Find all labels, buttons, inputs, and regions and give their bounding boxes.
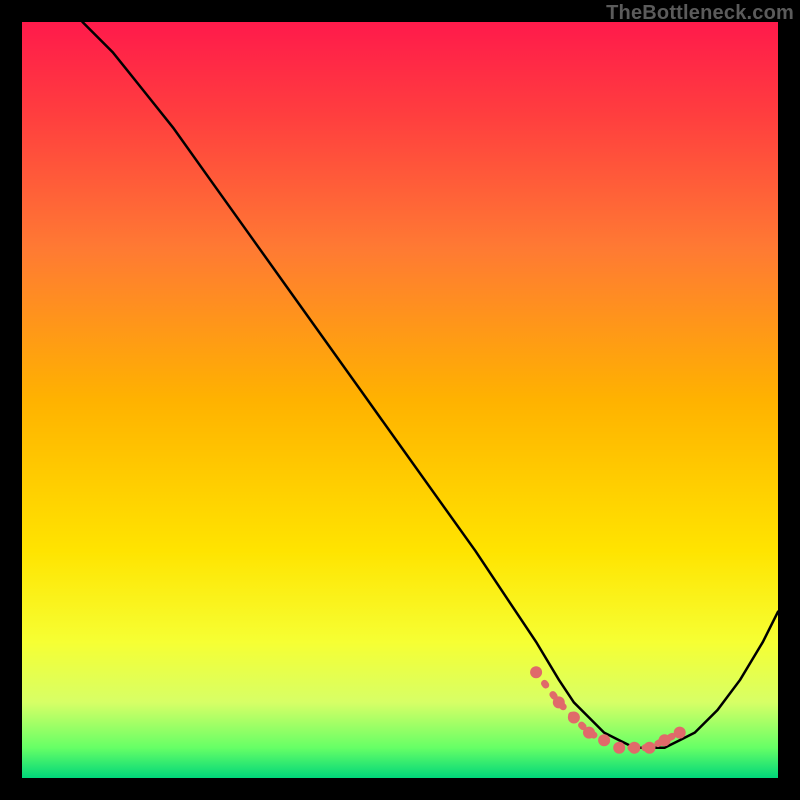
optimal-region-marker: [659, 734, 671, 746]
gradient-background: [22, 22, 778, 778]
chart-frame: TheBottleneck.com: [0, 0, 800, 800]
optimal-region-marker: [583, 727, 595, 739]
optimal-region-marker: [553, 696, 565, 708]
optimal-region-marker: [568, 712, 580, 724]
optimal-region-marker: [674, 727, 686, 739]
optimal-region-marker: [530, 666, 542, 678]
optimal-region-marker: [598, 734, 610, 746]
watermark: TheBottleneck.com: [606, 2, 794, 25]
optimal-region-marker: [628, 742, 640, 754]
bottleneck-plot: [22, 22, 778, 778]
chart-svg: [22, 22, 778, 778]
optimal-region-marker: [644, 742, 656, 754]
optimal-region-marker: [613, 742, 625, 754]
